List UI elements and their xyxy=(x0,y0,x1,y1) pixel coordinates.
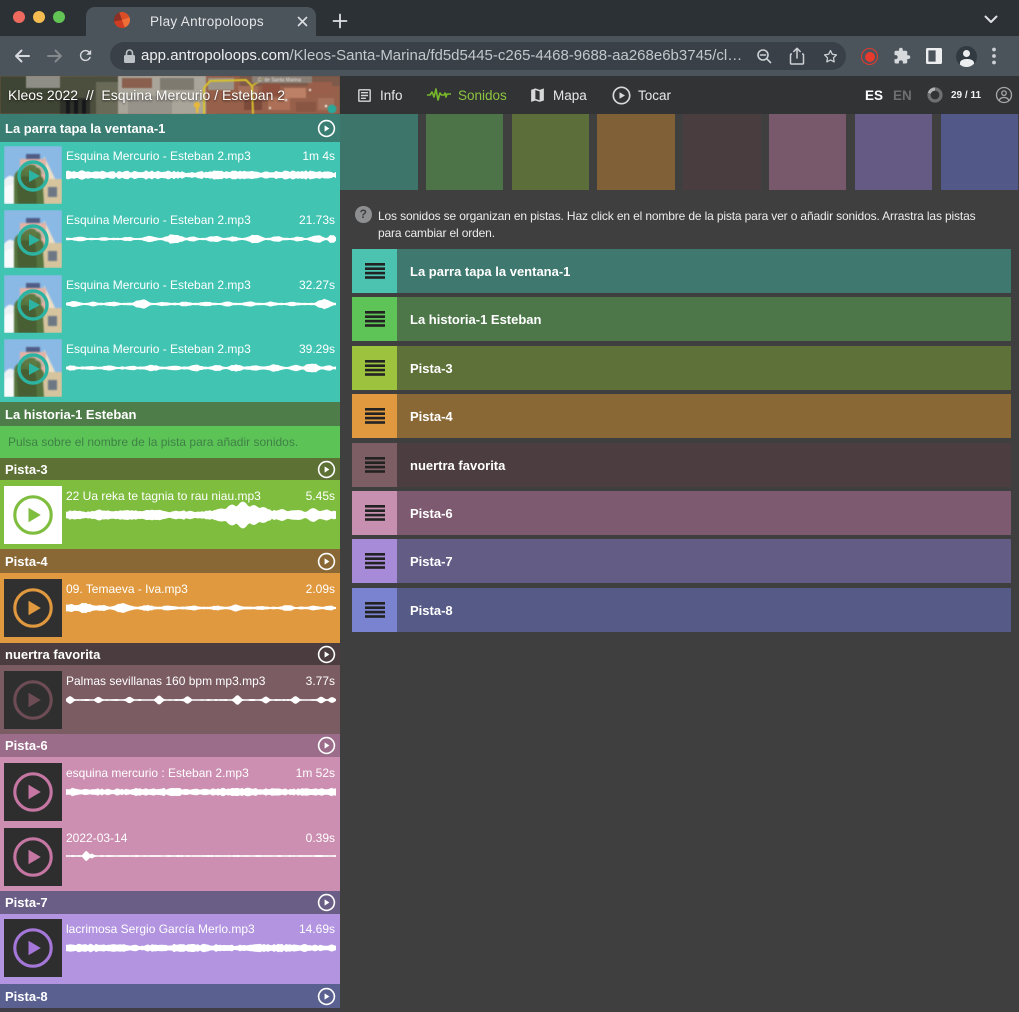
svg-text:C. de Santa Marina: C. de Santa Marina xyxy=(258,78,301,84)
